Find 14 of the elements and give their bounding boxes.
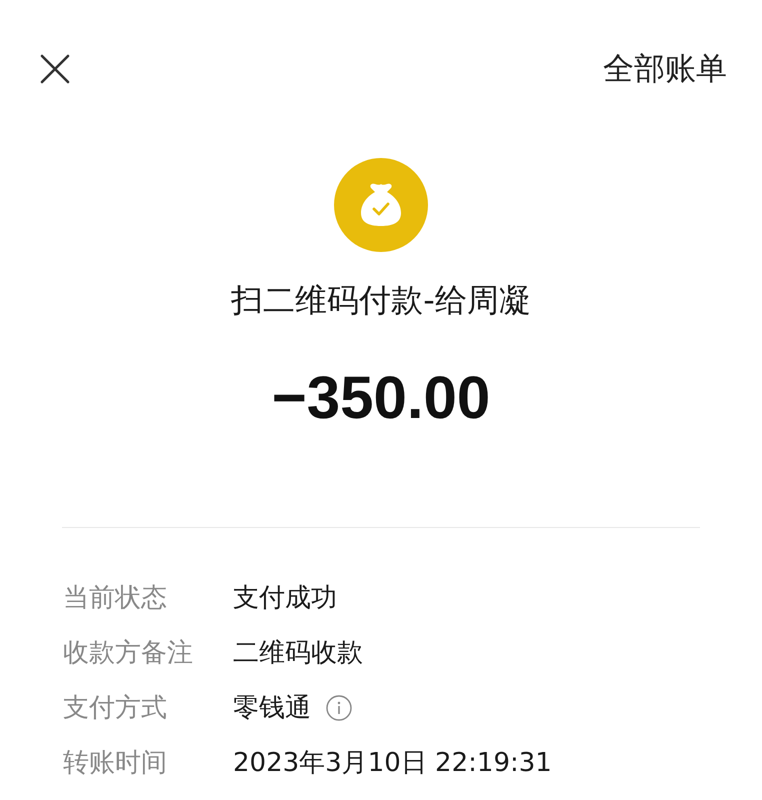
detail-label: 收款方备注 xyxy=(63,636,194,670)
detail-value: 2023年3月10日 22:19:31 xyxy=(233,746,552,780)
detail-value: 支付成功 xyxy=(233,582,337,614)
detail-label: 当前状态 xyxy=(63,582,168,614)
close-button[interactable] xyxy=(40,54,70,84)
detail-label: 支付方式 xyxy=(63,692,168,724)
info-icon[interactable] xyxy=(326,694,352,720)
all-bills-link[interactable]: 全部账单 xyxy=(603,52,727,86)
payment-amount: −350.00 xyxy=(272,363,490,433)
detail-value: 零钱通 xyxy=(233,692,311,724)
detail-value: 二维码收款 xyxy=(233,636,363,670)
money-bag-check-icon xyxy=(334,158,428,252)
detail-label: 转账时间 xyxy=(63,746,168,780)
payment-title: 扫二维码付款-给周凝 xyxy=(231,280,531,320)
